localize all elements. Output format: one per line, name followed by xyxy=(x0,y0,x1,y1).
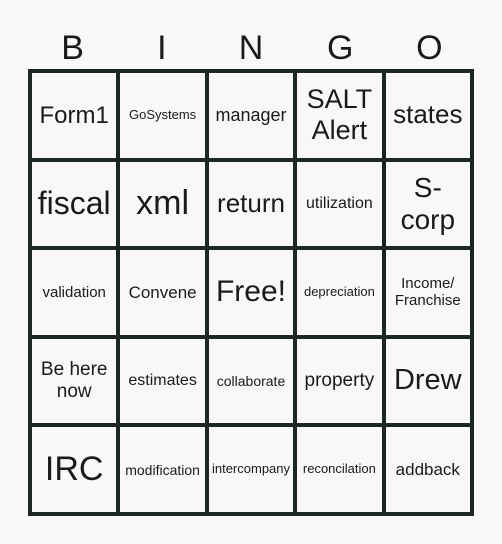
bingo-cell[interactable]: fiscal xyxy=(32,161,117,247)
bingo-cell[interactable]: addback xyxy=(385,427,470,512)
bingo-cell[interactable]: return xyxy=(208,161,294,247)
bingo-cell[interactable]: Convene xyxy=(120,250,205,335)
bingo-cell[interactable]: Be here now xyxy=(32,338,117,424)
bingo-cell[interactable]: Income/ Franchise xyxy=(385,250,470,335)
bingo-cell[interactable]: SALT Alert xyxy=(297,73,382,158)
bingo-cell[interactable]: GoSystems xyxy=(120,73,205,158)
bingo-cell[interactable]: collaborate xyxy=(208,338,294,424)
header-letter-b: B xyxy=(61,29,84,67)
bingo-cell[interactable]: Drew xyxy=(385,338,470,424)
bingo-cell[interactable]: states xyxy=(385,73,470,158)
bingo-cell[interactable]: property xyxy=(297,338,382,424)
bingo-cell[interactable]: utilization xyxy=(297,161,382,247)
bingo-cell[interactable]: modification xyxy=(120,427,205,512)
bingo-cell[interactable]: validation xyxy=(32,250,117,335)
bingo-cell[interactable]: S-corp xyxy=(385,161,470,247)
header-letter-n: N xyxy=(238,29,264,67)
bingo-cell[interactable]: IRC xyxy=(32,427,117,512)
header-letter-g: G xyxy=(326,29,354,67)
bingo-cell[interactable]: manager xyxy=(208,73,294,158)
header-letter-o: O xyxy=(416,29,443,67)
bingo-cell[interactable]: estimates xyxy=(120,338,205,424)
bingo-cell[interactable]: Form1 xyxy=(32,73,117,158)
bingo-card-grid: Form1 GoSystems manager SALT Alert states fis… xyxy=(28,69,474,516)
bingo-cell[interactable]: depreciation xyxy=(297,250,382,335)
bingo-cell[interactable]: reconcilation xyxy=(297,427,382,512)
bingo-cell[interactable]: Free! xyxy=(208,250,294,335)
bingo-cell[interactable]: intercompany xyxy=(208,427,294,512)
bingo-cell[interactable]: xml xyxy=(120,161,205,247)
header-letter-i: I xyxy=(157,29,167,67)
bingo-header: B I N G O xyxy=(28,26,474,70)
